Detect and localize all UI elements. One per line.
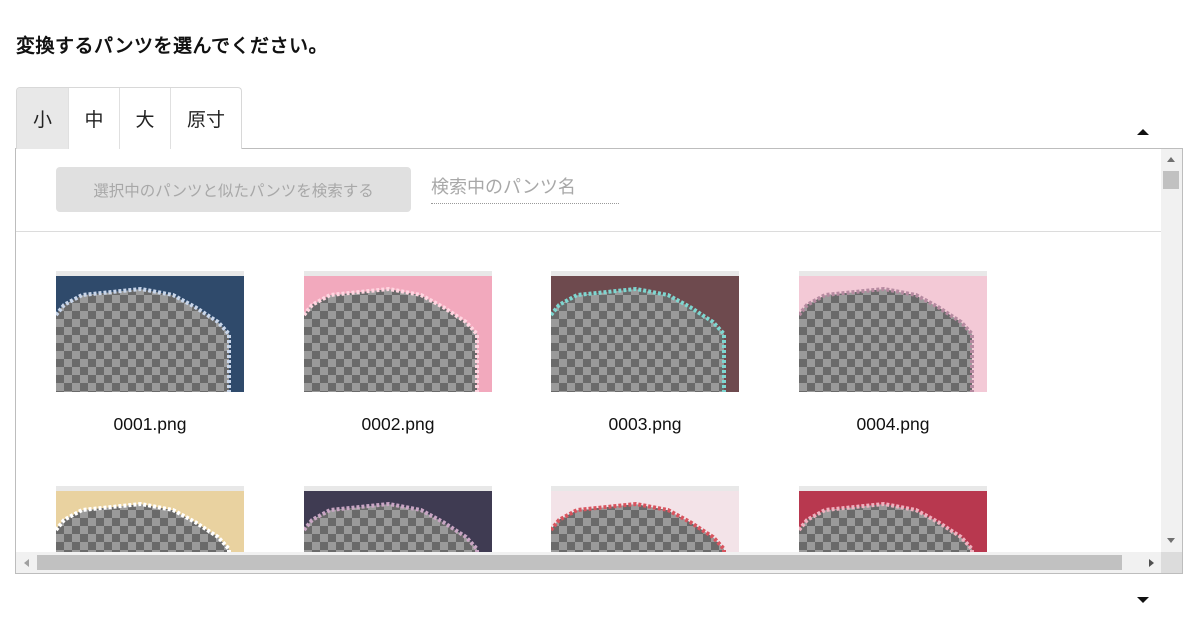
pants-filename-label: 0002.png [361,414,435,434]
pants-thumbnail-image[interactable] [56,271,244,392]
pants-name-search-input[interactable] [431,171,619,204]
scroll-right-icon[interactable] [1149,559,1154,567]
pants-thumbnail-item[interactable]: 0003.png [551,271,739,435]
scroll-down-icon[interactable] [1167,538,1175,543]
search-similar-button[interactable]: 選択中のパンツと似たパンツを検索する [56,167,411,212]
lace-edge-decoration [56,286,231,392]
scroll-down-arrow-icon[interactable] [1137,597,1149,603]
lace-edge-decoration [551,286,726,392]
pants-thumbnail-image[interactable] [551,271,739,392]
pants-filename-label: 0004.png [856,414,930,434]
size-tabs: 小 中 大 原寸 [16,87,242,149]
page-heading: 変換するパンツを選んでください。 [16,35,329,57]
tab-medium[interactable]: 中 [69,88,120,149]
pants-thumbnail-item[interactable]: 0002.png [304,271,492,435]
tab-original[interactable]: 原寸 [171,88,241,149]
panel-toolbar: 選択中のパンツと似たパンツを検索する [16,149,1162,232]
vertical-scroll-thumb[interactable] [1163,171,1179,189]
horizontal-scroll-thumb[interactable] [37,555,1122,570]
pants-thumbnail-item[interactable]: 0004.png [799,271,987,435]
horizontal-scrollbar[interactable] [16,552,1162,573]
scroll-up-arrow-icon[interactable] [1137,129,1149,135]
tab-large[interactable]: 大 [120,88,171,149]
tab-small[interactable]: 小 [17,88,69,149]
pants-thumbnail-image[interactable] [304,271,492,392]
pants-thumbnail-image[interactable] [799,271,987,392]
scroll-left-icon[interactable] [24,559,29,567]
pants-thumbnail-item[interactable]: 0001.png [56,271,244,435]
lace-edge-decoration [304,286,479,392]
pants-filename-label: 0001.png [113,414,187,434]
vertical-scrollbar[interactable] [1161,149,1182,553]
pants-list-panel: 選択中のパンツと似たパンツを検索する 0001.png 0002.png 0003.… [15,148,1183,574]
pants-filename-label: 0003.png [608,414,682,434]
lace-edge-decoration [799,286,974,392]
scroll-up-icon[interactable] [1167,157,1175,162]
scrollbar-corner [1161,552,1182,573]
